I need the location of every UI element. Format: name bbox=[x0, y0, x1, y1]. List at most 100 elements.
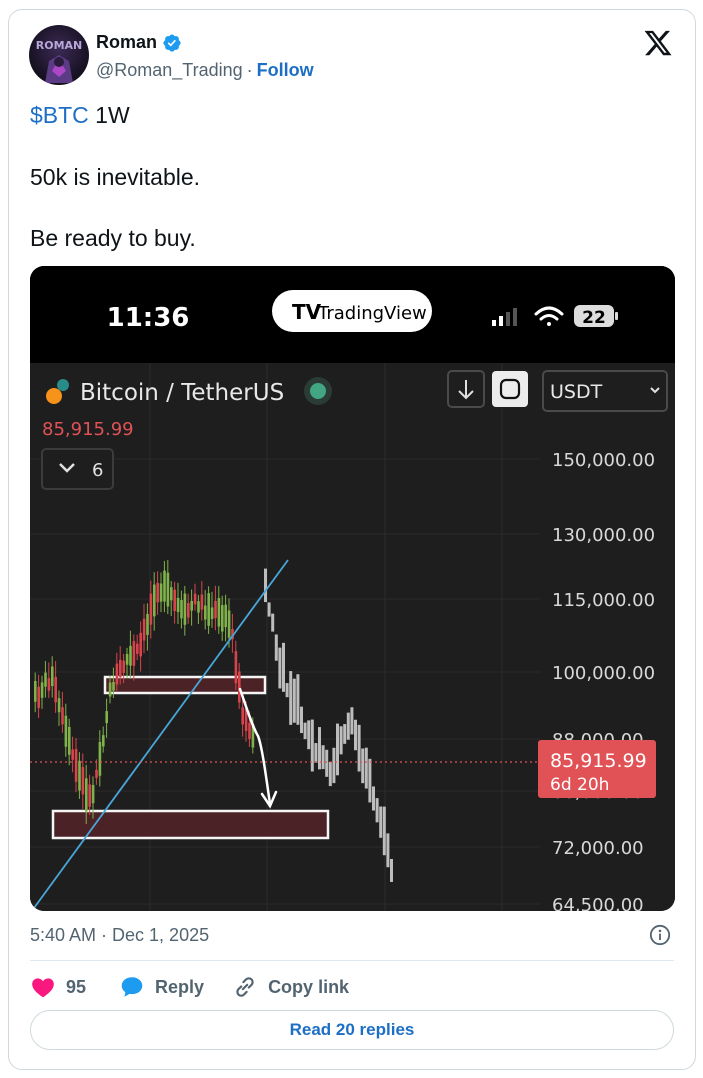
tether-icon bbox=[57, 379, 69, 391]
heart-icon bbox=[32, 978, 54, 998]
projected-candle bbox=[292, 678, 296, 723]
candle bbox=[119, 659, 122, 678]
candle bbox=[108, 682, 112, 697]
candle bbox=[105, 711, 108, 724]
candle bbox=[95, 769, 98, 778]
projected-candle bbox=[368, 758, 372, 803]
candle bbox=[34, 681, 37, 702]
candle bbox=[166, 572, 170, 607]
projected-candle bbox=[339, 726, 343, 755]
svg-text:ROMAN: ROMAN bbox=[36, 39, 83, 52]
candle bbox=[129, 645, 132, 666]
candle bbox=[173, 589, 176, 612]
candle bbox=[64, 715, 68, 747]
candle bbox=[85, 778, 88, 812]
candle bbox=[74, 748, 78, 782]
projected-candle bbox=[328, 761, 332, 787]
projected-candle bbox=[364, 747, 368, 789]
projected-candle bbox=[300, 706, 303, 734]
market-status-dot-inner bbox=[310, 383, 326, 399]
candle bbox=[210, 607, 214, 619]
candle bbox=[153, 584, 156, 617]
currency-select[interactable]: USDT bbox=[542, 370, 668, 412]
projected-candle bbox=[321, 745, 325, 770]
currency-select-value: USDT bbox=[550, 381, 603, 403]
like-button[interactable]: 95 bbox=[30, 974, 86, 1000]
candle bbox=[81, 767, 85, 795]
candle bbox=[136, 643, 139, 654]
fullscreen-button[interactable] bbox=[492, 371, 528, 407]
copy-link-button[interactable]: Copy link bbox=[232, 974, 349, 1000]
info-icon[interactable] bbox=[649, 924, 671, 946]
reply-bubble-icon bbox=[121, 977, 143, 997]
candle bbox=[180, 600, 183, 619]
read-replies-button[interactable]: Read 20 replies bbox=[30, 1010, 674, 1050]
candle bbox=[214, 600, 217, 619]
candle bbox=[204, 605, 207, 620]
projected-candle bbox=[282, 642, 285, 692]
separator-dot: · bbox=[246, 60, 253, 80]
y-tick-label: 64,500.00 bbox=[552, 895, 644, 911]
candle bbox=[91, 784, 95, 804]
projected-candle bbox=[278, 647, 282, 689]
candle bbox=[234, 651, 238, 684]
projected-candle bbox=[350, 707, 354, 735]
y-tick-label: 115,000.00 bbox=[552, 590, 655, 611]
author-handle[interactable]: @Roman_Trading bbox=[96, 60, 243, 81]
download-button[interactable] bbox=[447, 370, 485, 408]
projected-candle bbox=[390, 858, 393, 882]
tweet-line-1-rest: 1W bbox=[88, 102, 130, 128]
price-badge-countdown: 6d 20h bbox=[550, 775, 609, 795]
y-tick-label: 150,000.00 bbox=[552, 450, 655, 471]
candle bbox=[142, 618, 146, 641]
candle bbox=[51, 666, 54, 687]
projected-candle bbox=[325, 749, 329, 777]
candle bbox=[40, 682, 44, 698]
candle bbox=[224, 604, 227, 628]
y-tick-label: 130,000.00 bbox=[552, 525, 655, 546]
candle bbox=[98, 742, 102, 776]
y-tick-label: 100,000.00 bbox=[552, 663, 655, 684]
candle bbox=[37, 686, 40, 708]
projected-candle bbox=[343, 724, 347, 744]
projected-candle bbox=[296, 674, 300, 725]
candle bbox=[57, 698, 61, 713]
projected-candle bbox=[318, 727, 321, 770]
candle bbox=[146, 613, 149, 635]
candle bbox=[88, 784, 91, 807]
candle bbox=[221, 605, 224, 632]
candle bbox=[139, 632, 142, 657]
candle bbox=[238, 671, 241, 703]
like-count: 95 bbox=[66, 976, 87, 997]
divider bbox=[30, 960, 674, 961]
projected-candle bbox=[289, 671, 293, 725]
candle bbox=[241, 707, 244, 725]
x-logo-icon[interactable] bbox=[643, 28, 673, 58]
tweet-line-1: $BTC 1W bbox=[30, 102, 130, 129]
reply-button[interactable]: Reply bbox=[119, 974, 204, 1000]
candle bbox=[187, 603, 190, 618]
follow-button[interactable]: Follow bbox=[257, 60, 314, 81]
cashtag-link[interactable]: $BTC bbox=[30, 102, 89, 128]
tweet-timestamp[interactable]: 5:40 AM · Dec 1, 2025 bbox=[30, 925, 209, 946]
projected-candle bbox=[346, 712, 350, 740]
avatar[interactable]: ROMAN bbox=[29, 25, 89, 85]
candle bbox=[163, 570, 166, 602]
candle bbox=[47, 678, 51, 691]
tweet-media-image[interactable]: 11:36 TV TradingView 22 Bitcoin / Tether… bbox=[30, 266, 675, 911]
indicators-toggle[interactable]: 6 bbox=[41, 448, 114, 490]
author-name-text[interactable]: Roman bbox=[96, 32, 157, 53]
projected-candle bbox=[386, 833, 390, 868]
last-price: 85,915.99 bbox=[42, 419, 134, 440]
link-icon bbox=[236, 977, 254, 997]
candle bbox=[78, 760, 81, 791]
projected-candle bbox=[332, 747, 336, 784]
tweet-line-3: Be ready to buy. bbox=[30, 225, 196, 251]
candle bbox=[176, 597, 180, 613]
projected-candle bbox=[361, 748, 365, 784]
candle bbox=[125, 653, 129, 665]
author-name[interactable]: Roman bbox=[96, 32, 182, 53]
candle bbox=[68, 726, 71, 755]
candle bbox=[183, 593, 187, 625]
projected-candle bbox=[307, 720, 311, 750]
